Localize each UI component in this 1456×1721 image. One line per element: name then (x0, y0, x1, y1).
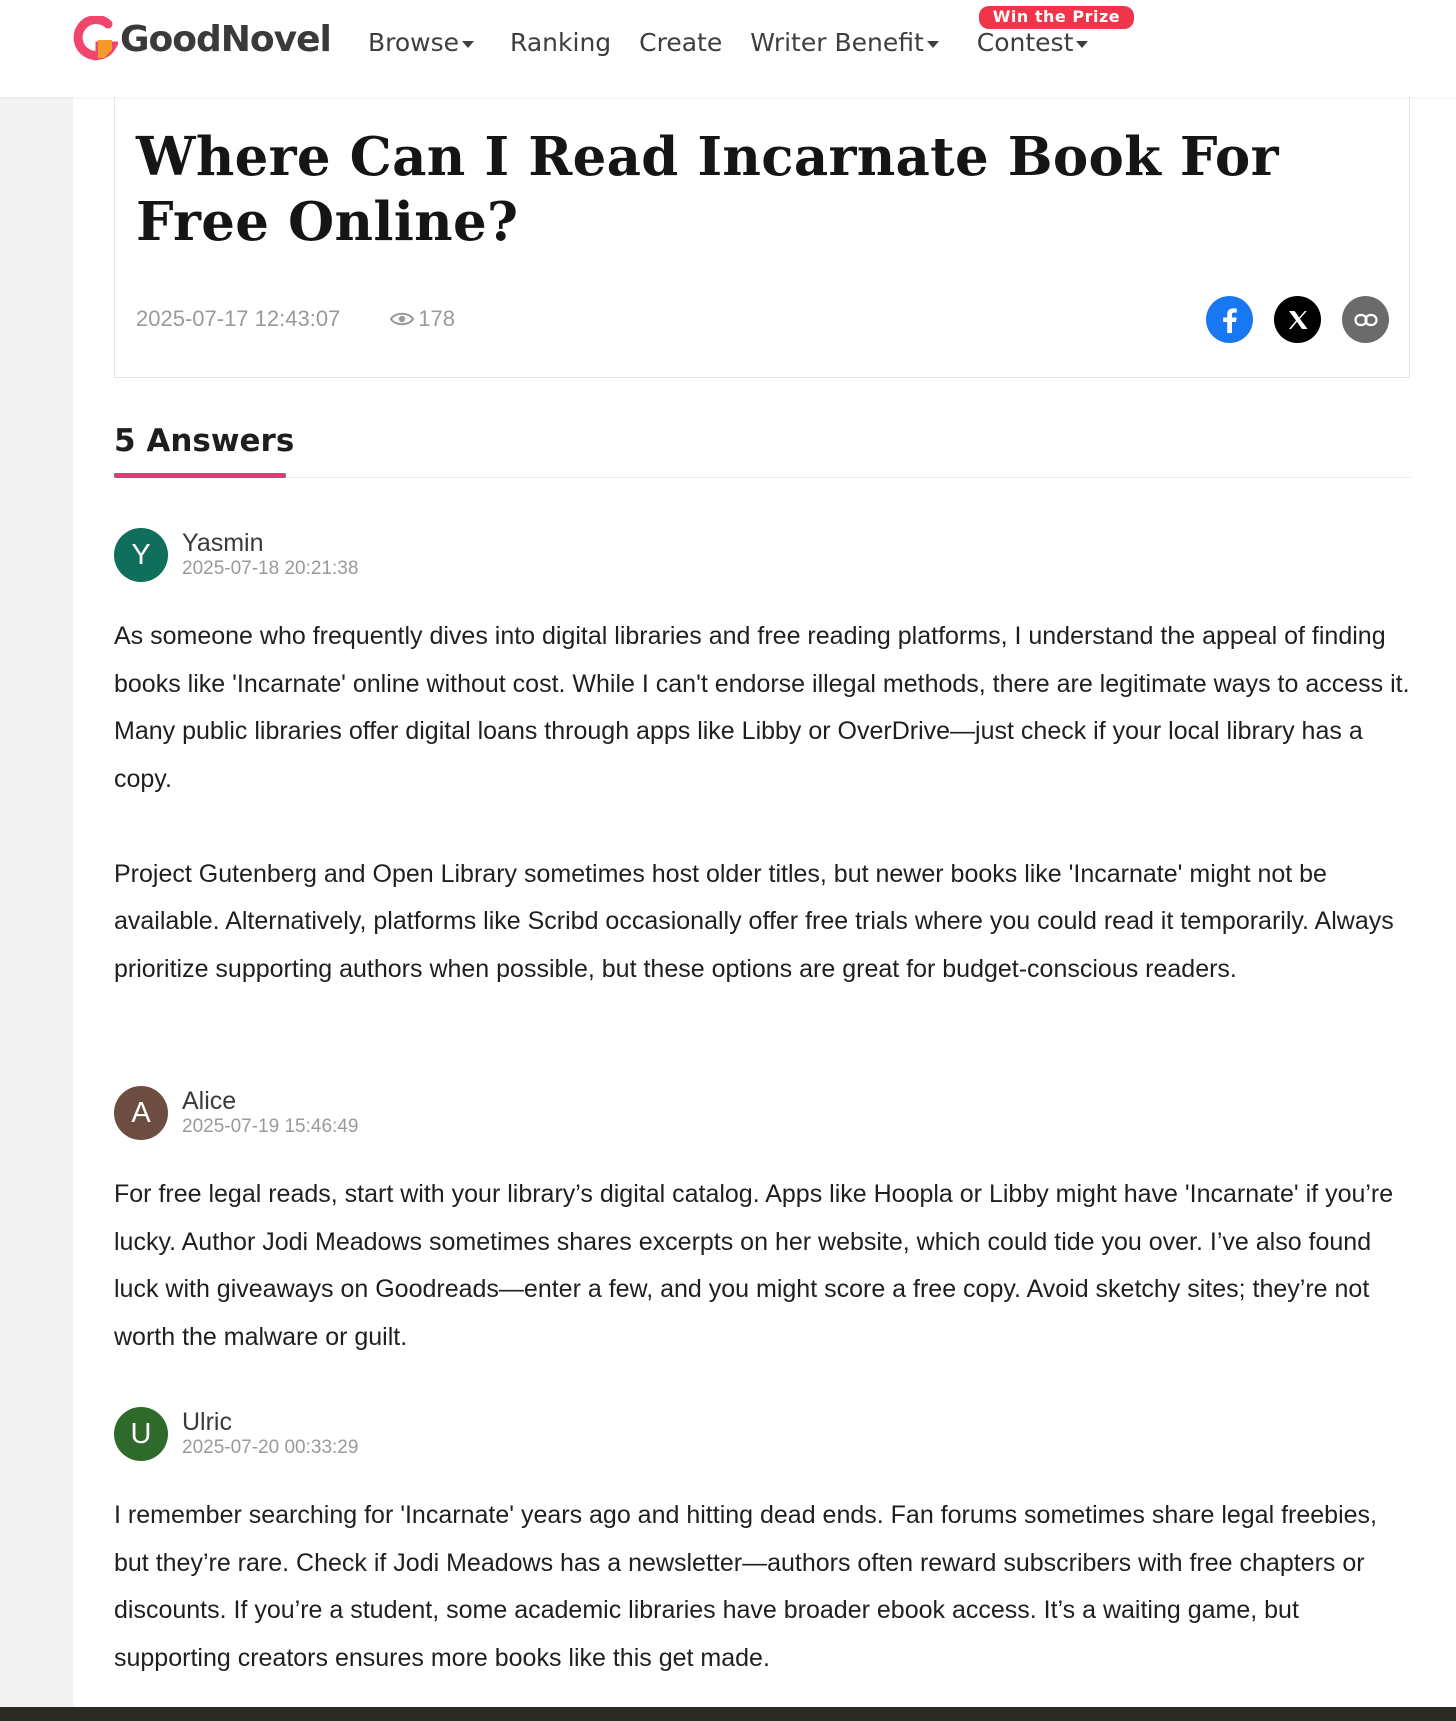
facebook-share-button[interactable] (1206, 296, 1253, 343)
question-date: 2025-07-17 12:43:07 (136, 306, 341, 331)
answers-count-title: 5 Answers (114, 423, 295, 459)
answer-author: A Alice 2025-07-19 15:46:49 (114, 1085, 1410, 1141)
answer-item: A Alice 2025-07-19 15:46:49 For free leg… (114, 1085, 1410, 1361)
answer-body: For free legal reads, start with your li… (114, 1171, 1410, 1361)
nav-create-label: Create (639, 27, 723, 57)
answer-body: As someone who frequently dives into dig… (114, 613, 1410, 993)
question-title: Where Can I Read Incarnate Book For Free… (136, 126, 1279, 253)
answer-paragraph: I remember searching for 'Incarnate' yea… (114, 1501, 1377, 1672)
caret-down-icon (462, 40, 475, 48)
nav-contest[interactable]: Win the Prize Contest (976, 5, 1135, 57)
question-card: Where Can I Read Incarnate Book For Free… (114, 97, 1410, 378)
answer-body: I remember searching for 'Incarnate' yea… (114, 1492, 1410, 1682)
win-the-prize-badge[interactable]: Win the Prize (978, 5, 1135, 29)
caret-down-icon (1076, 40, 1089, 48)
author-name[interactable]: Yasmin (182, 529, 358, 557)
nav-writer-benefit-label: Writer Benefit (750, 27, 924, 57)
nav-browse[interactable]: Browse (368, 27, 475, 57)
answer-item: Y Yasmin 2025-07-18 20:21:38 As someone … (114, 527, 1410, 993)
facebook-icon (1222, 307, 1237, 333)
answer-item: U Ulric 2025-07-20 00:33:29 I remember s… (114, 1406, 1410, 1682)
avatar[interactable]: Y (114, 528, 168, 582)
site-header: GoodNovel Browse Ranking Create Writer B… (0, 0, 1456, 97)
author-name[interactable]: Ulric (182, 1408, 358, 1436)
author-name[interactable]: Alice (182, 1087, 358, 1115)
nav-ranking[interactable]: Ranking (510, 28, 611, 57)
share-buttons (1185, 296, 1389, 343)
answer-author: U Ulric 2025-07-20 00:33:29 (114, 1406, 1410, 1462)
answer-paragraph: As someone who frequently dives into dig… (114, 622, 1410, 793)
link-icon (1353, 313, 1378, 326)
question-meta: 2025-07-17 12:43:07 178 (136, 306, 455, 332)
answer-author: Y Yasmin 2025-07-18 20:21:38 (114, 527, 1410, 583)
answers-tab-underline (114, 473, 286, 478)
avatar[interactable]: U (114, 1407, 168, 1461)
eye-icon (390, 312, 415, 326)
answer-date: 2025-07-18 20:21:38 (182, 558, 359, 579)
main-content: Where Can I Read Incarnate Book For Free… (73, 97, 1456, 1707)
nav-create[interactable]: Create (639, 28, 722, 57)
answer-date: 2025-07-19 15:46:49 (182, 1116, 359, 1137)
logo-icon (73, 16, 118, 61)
x-share-button[interactable] (1274, 296, 1321, 343)
goodnovel-logo[interactable]: GoodNovel (72, 14, 332, 64)
nav-browse-label: Browse (368, 27, 460, 57)
logo-text: GoodNovel (120, 18, 332, 60)
answer-paragraph: For free legal reads, start with your li… (114, 1180, 1394, 1351)
answer-date: 2025-07-20 00:33:29 (182, 1437, 359, 1458)
nav-contest-label: Contest (976, 27, 1074, 57)
answers-header: 5 Answers (114, 421, 1410, 478)
avatar[interactable]: A (114, 1086, 168, 1140)
copy-link-button[interactable] (1342, 296, 1389, 343)
nav-writer-benefit[interactable]: Writer Benefit (750, 28, 939, 57)
main-nav: Browse Ranking Create Writer Benefit Win… (368, 5, 1135, 62)
view-count: 178 (390, 306, 455, 332)
footer-image-strip (0, 1707, 1456, 1721)
view-count-value: 178 (418, 306, 456, 331)
x-icon (1288, 310, 1307, 329)
caret-down-icon (926, 40, 939, 48)
nav-ranking-label: Ranking (510, 27, 612, 57)
answer-paragraph: Project Gutenberg and Open Library somet… (114, 859, 1394, 983)
